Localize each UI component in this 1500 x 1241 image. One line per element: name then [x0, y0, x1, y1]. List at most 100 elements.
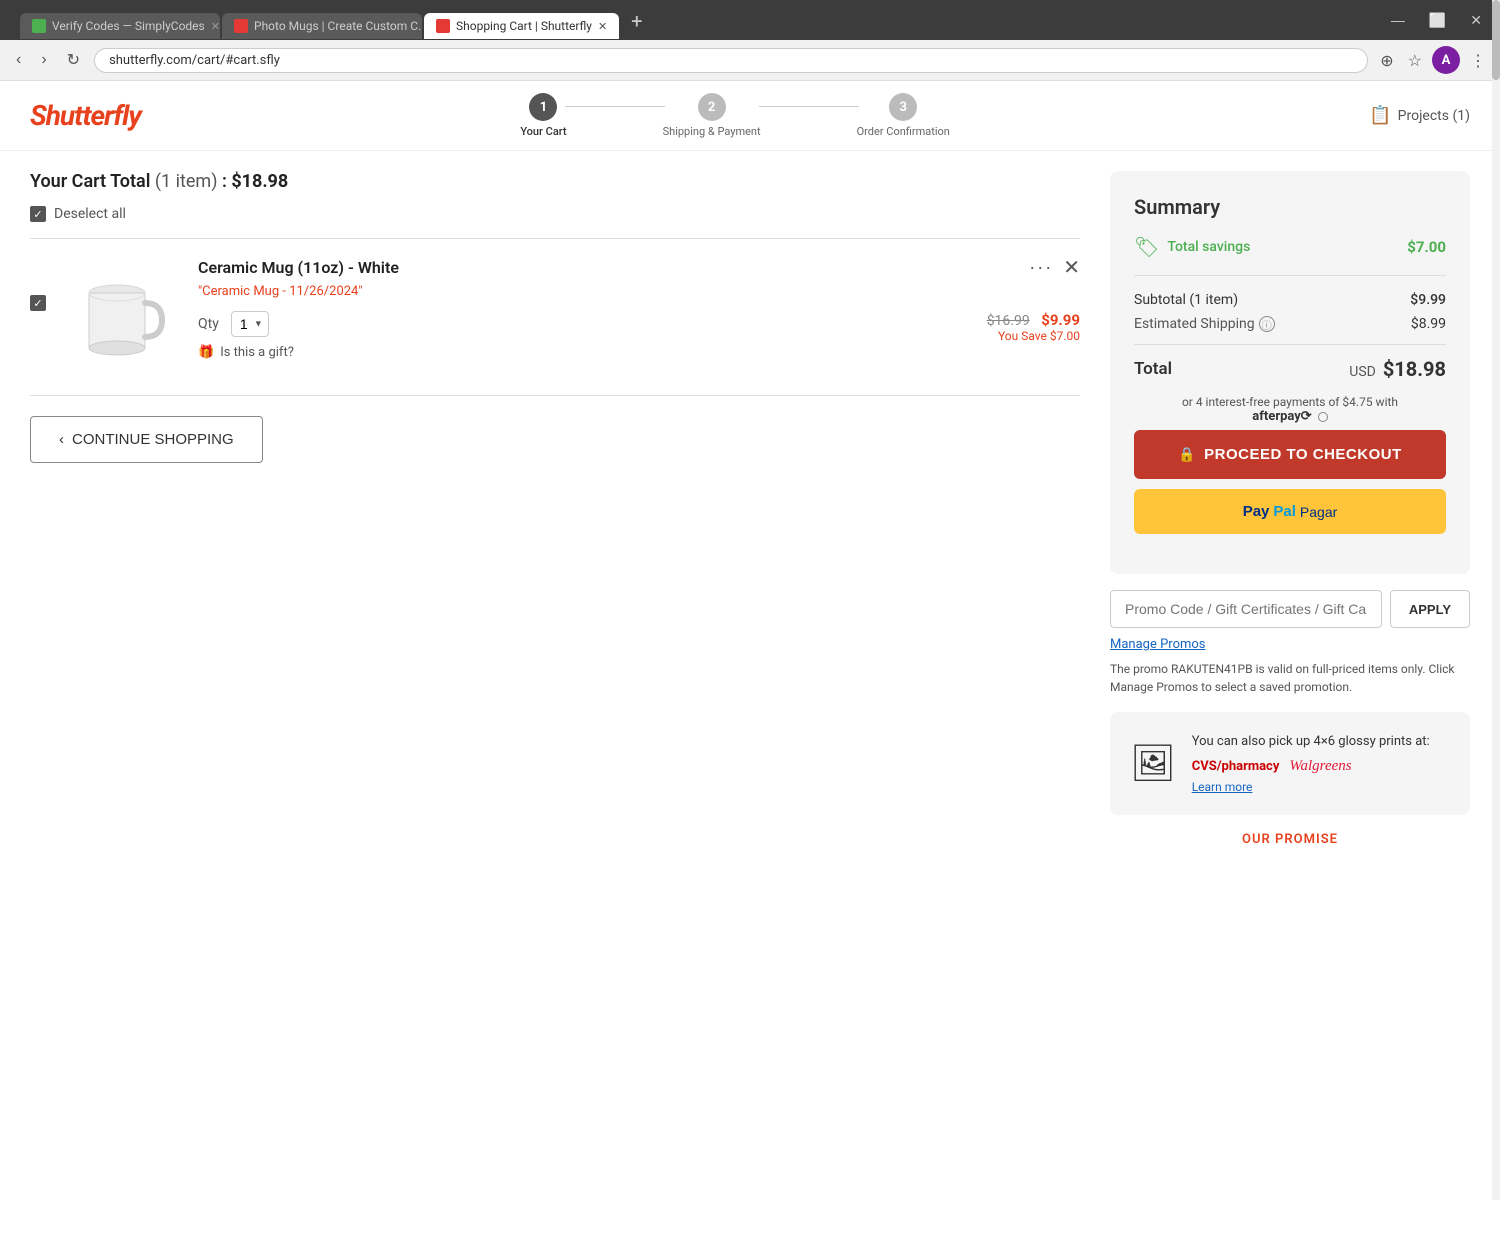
sale-price: $9.99 — [1041, 311, 1080, 329]
checkout-steps: 1 Your Cart 2 Shipping & Payment 3 Or — [520, 93, 950, 138]
paypal-button[interactable]: PayPal Pagar — [1134, 489, 1446, 534]
item-more-button[interactable]: ··· — [1029, 257, 1053, 278]
pickup-box: 🖼 You can also pick up 4×6 glossy prints… — [1110, 712, 1470, 815]
qty-label: Qty — [198, 316, 219, 332]
continue-arrow-icon: ‹ — [59, 431, 64, 448]
item-image[interactable] — [62, 255, 182, 375]
browser-tab-1[interactable]: Verify Codes — SimplyCodes ✕ — [20, 13, 220, 39]
subtotal-row: Subtotal (1 item) $9.99 — [1134, 292, 1446, 308]
tab-favicon-1 — [32, 19, 46, 33]
afterpay-info-icon[interactable] — [1318, 412, 1328, 422]
paypal-text-yellow: Pal — [1273, 503, 1296, 520]
forward-button[interactable]: › — [35, 47, 52, 73]
window-controls: — ⬜ ✕ — [1383, 10, 1490, 31]
projects-icon: 📋 — [1369, 105, 1391, 126]
total-currency: USD — [1349, 364, 1376, 380]
close-window-button[interactable]: ✕ — [1462, 10, 1490, 31]
pickup-info: You can also pick up 4×6 glossy prints a… — [1192, 732, 1430, 795]
price-section: $16.99 $9.99 You Save $7.00 — [987, 311, 1080, 343]
you-save: You Save $7.00 — [987, 329, 1080, 343]
scrollbar-thumb[interactable] — [1492, 0, 1500, 80]
learn-more-link[interactable]: Learn more — [1192, 780, 1253, 794]
item-remove-button[interactable]: ✕ — [1063, 255, 1080, 280]
cart-divider — [30, 238, 1080, 239]
site-logo[interactable]: Shutterfly — [30, 99, 141, 132]
savings-label: Total savings — [1167, 239, 1399, 255]
item-name: Ceramic Mug (11oz) - White — [198, 258, 399, 277]
item-checkbox[interactable]: ✓ — [30, 295, 46, 311]
cart-total-amount: $18.98 — [231, 171, 288, 192]
qty-wrapper: 1 2 3 — [231, 311, 269, 337]
cart-item-count: (1 item) — [155, 171, 218, 192]
bookmark-icon[interactable]: ☆ — [1404, 47, 1426, 74]
qty-select[interactable]: 1 2 3 — [231, 311, 269, 337]
step-1: 1 Your Cart — [520, 93, 566, 138]
add-tab-button[interactable]: + — [621, 9, 652, 33]
total-value: $18.98 — [1383, 357, 1446, 381]
select-all-checkbox[interactable]: ✓ — [30, 206, 46, 222]
tab-close-1[interactable]: ✕ — [211, 20, 220, 33]
our-promise-link[interactable]: OUR PROMISE — [1242, 832, 1338, 847]
deselect-label: Deselect all — [54, 206, 126, 222]
step-1-circle: 1 — [529, 93, 557, 121]
summary-panel: Summary 🏷 Total savings $7.00 Subtotal (… — [1110, 171, 1470, 863]
gift-icon: 🎁 — [198, 345, 214, 360]
menu-icon[interactable]: ⋮ — [1466, 47, 1490, 74]
promise-section: OUR PROMISE — [1110, 815, 1470, 863]
translate-icon[interactable]: ⊕ — [1376, 47, 1397, 74]
browser-tab-2[interactable]: Photo Mugs | Create Custom C... ✕ — [222, 13, 422, 39]
cart-title: Your Cart Total (1 item) : $18.98 — [30, 171, 1080, 192]
item-header: Ceramic Mug (11oz) - White ··· ✕ — [198, 255, 1080, 280]
total-amount: USD $18.98 — [1349, 357, 1446, 381]
subtotal-amount: $9.99 — [1410, 292, 1446, 308]
scrollbar[interactable] — [1492, 0, 1500, 1200]
afterpay-note: or 4 interest-free payments of $4.75 wit… — [1134, 395, 1446, 424]
tab-close-3[interactable]: ✕ — [598, 20, 607, 33]
item-details: Ceramic Mug (11oz) - White ··· ✕ "Cerami… — [198, 255, 1080, 360]
lock-icon: 🔒 — [1178, 446, 1196, 463]
maximize-button[interactable]: ⬜ — [1421, 10, 1454, 31]
step-1-label: Your Cart — [520, 125, 566, 138]
item-actions: ··· ✕ — [1029, 255, 1080, 280]
back-button[interactable]: ‹ — [10, 47, 27, 73]
shipping-row: Estimated Shipping ⓘ $8.99 — [1134, 316, 1446, 332]
walgreens-logo: Walgreens — [1289, 758, 1351, 775]
reload-button[interactable]: ↻ — [61, 46, 86, 74]
page-content: Shutterfly 1 Your Cart 2 Shipping & Paym… — [0, 81, 1500, 1241]
checkout-button[interactable]: 🔒 PROCEED TO CHECKOUT — [1134, 430, 1446, 479]
projects-link[interactable]: 📋 Projects (1) — [1369, 105, 1470, 126]
tab-label-2: Photo Mugs | Create Custom C... — [254, 19, 422, 33]
tab-label-3: Shopping Cart | Shutterfly — [456, 19, 592, 33]
continue-shopping-button[interactable]: ‹ CONTINUE SHOPPING — [30, 416, 263, 463]
savings-amount: $7.00 — [1407, 238, 1446, 256]
address-text: shutterfly.com/cart/#cart.sfly — [109, 53, 280, 68]
qty-row: Qty 1 2 3 — [198, 311, 294, 337]
mug-svg — [72, 265, 172, 365]
step-2-circle: 2 — [698, 93, 726, 121]
main-container: Your Cart Total (1 item) : $18.98 ✓ Dese… — [0, 151, 1500, 883]
total-label: Total — [1134, 359, 1172, 379]
gift-row[interactable]: 🎁 Is this a gift? — [198, 345, 294, 360]
apply-promo-button[interactable]: APPLY — [1390, 590, 1470, 628]
gift-label: Is this a gift? — [220, 345, 294, 360]
shipping-amount: $8.99 — [1411, 316, 1446, 332]
browser-tab-3[interactable]: Shopping Cart | Shutterfly ✕ — [424, 13, 619, 39]
address-bar[interactable]: shutterfly.com/cart/#cart.sfly — [94, 48, 1368, 73]
tab-label-1: Verify Codes — SimplyCodes — [52, 19, 205, 33]
step-2: 2 Shipping & Payment — [663, 93, 761, 138]
promo-input[interactable] — [1110, 590, 1382, 628]
deselect-row[interactable]: ✓ Deselect all — [30, 206, 1080, 222]
cart-panel: Your Cart Total (1 item) : $18.98 ✓ Dese… — [30, 171, 1080, 863]
pickup-photo-icon: 🖼 — [1130, 742, 1176, 784]
cart-title-separator: : — [222, 171, 227, 192]
promo-section: APPLY Manage Promos The promo RAKUTEN41P… — [1110, 590, 1470, 696]
step-3-label: Order Confirmation — [857, 125, 950, 138]
minimize-button[interactable]: — — [1383, 10, 1413, 31]
shipping-info-icon[interactable]: ⓘ — [1259, 316, 1275, 332]
manage-promos-link[interactable]: Manage Promos — [1110, 637, 1206, 652]
projects-label: Projects (1) — [1398, 108, 1470, 124]
tab-favicon-2 — [234, 19, 248, 33]
tab-favicon-3 — [436, 19, 450, 33]
user-avatar[interactable]: A — [1432, 46, 1460, 74]
original-price: $16.99 — [987, 313, 1030, 329]
